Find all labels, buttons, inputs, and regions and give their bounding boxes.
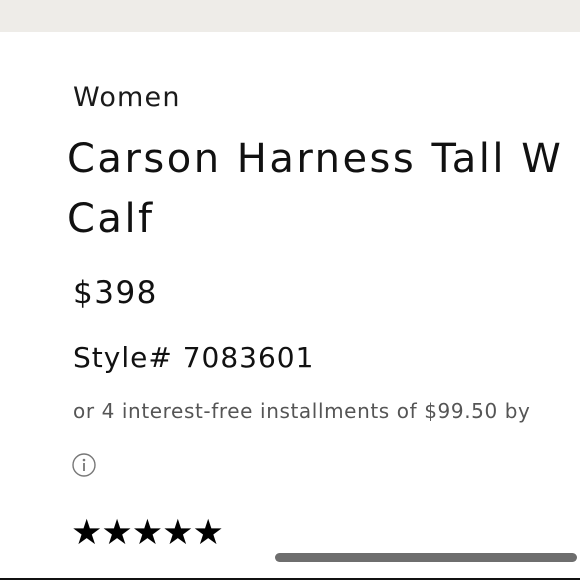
info-circle-icon[interactable] <box>72 453 96 477</box>
horizontal-scrollbar[interactable] <box>275 553 577 562</box>
product-price: $398 <box>73 275 158 311</box>
product-title: Carson Harness Tall W Calf <box>67 129 580 249</box>
product-title-line-1: Carson Harness Tall W <box>67 136 564 182</box>
style-number: Style# 7083601 <box>73 341 315 374</box>
browser-top-bar <box>0 0 580 32</box>
product-details: Women Carson Harness Tall W Calf $398 St… <box>0 32 580 580</box>
product-category[interactable]: Women <box>73 82 181 113</box>
star-rating[interactable]: ★★★★★ <box>71 513 224 553</box>
installments-message: or 4 interest-free installments of $99.5… <box>73 399 531 423</box>
product-title-line-2: Calf <box>67 196 155 242</box>
